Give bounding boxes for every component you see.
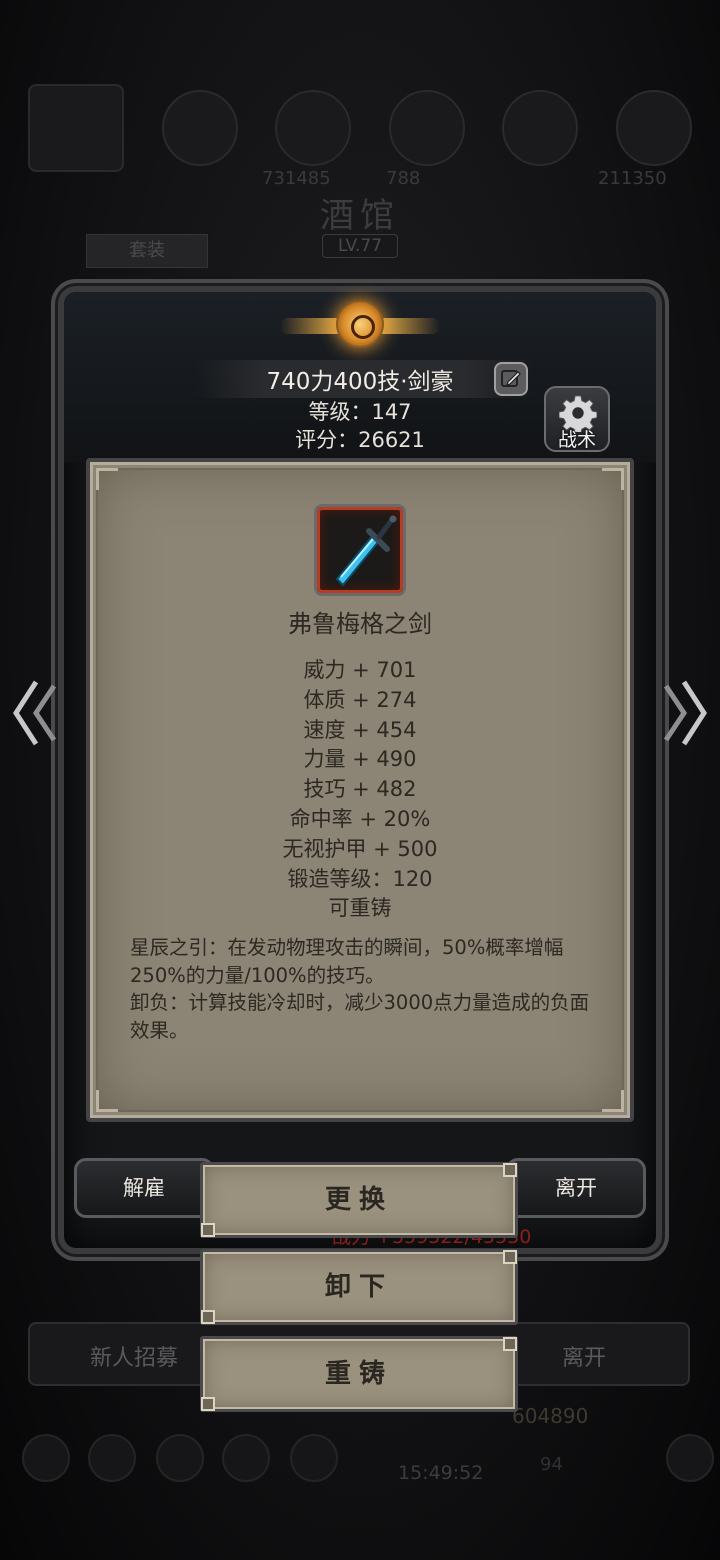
tactics-label: 战术 <box>557 429 596 451</box>
bg-leave-label: 离开 <box>561 1346 606 1371</box>
hero-score: 评分：26621 <box>295 428 425 452</box>
replace-label: 更换 <box>324 1185 393 1215</box>
item-stat: 命中率 + 20% <box>289 806 431 831</box>
item-icon-frame[interactable] <box>314 504 406 596</box>
bg-slot-icon <box>275 90 352 166</box>
bg-slot-icon <box>502 90 579 166</box>
double-chevron-right-icon[interactable] <box>660 678 710 748</box>
bg-number: 731485 <box>262 168 331 189</box>
item-stat: 锻造等级：120 <box>287 866 433 891</box>
bg-slot-icon <box>28 84 124 172</box>
reforge-label: 重铸 <box>324 1359 393 1389</box>
double-chevron-left-icon[interactable] <box>10 678 60 748</box>
item-effect-text: 星辰之引：在发动物理攻击的瞬间，50%概率增幅250%的力量/100%的技巧。 <box>130 936 564 987</box>
background-top-icons <box>28 84 692 172</box>
bg-nav-icon <box>222 1434 270 1482</box>
pencil-edit-icon <box>501 370 521 387</box>
tactics-button[interactable]: 战术 <box>544 386 610 452</box>
background-bottom-icons <box>22 1434 714 1484</box>
bg-slot-icon <box>161 90 238 166</box>
gold-emblem-icon <box>280 296 440 356</box>
hero-level: 等级：147 <box>308 400 412 424</box>
item-stat: 体质 + 274 <box>303 687 417 712</box>
item-stats-list: 威力 + 701 体质 + 274 速度 + 454 力量 + 490 技巧 +… <box>0 656 720 924</box>
leave-button[interactable]: 离开 <box>506 1158 646 1218</box>
dismiss-button[interactable]: 解雇 <box>74 1158 214 1218</box>
background-level-badge: LV.77 <box>322 234 398 258</box>
item-description: 星辰之引：在发动物理攻击的瞬间，50%概率增幅250%的力量/100%的技巧。 … <box>130 934 592 1044</box>
unequip-label: 卸下 <box>324 1272 393 1302</box>
bg-nav-icon <box>22 1434 70 1482</box>
reforge-button[interactable]: 重铸 <box>200 1336 518 1412</box>
item-stat: 速度 + 454 <box>303 717 417 742</box>
bg-nav-icon <box>156 1434 204 1482</box>
background-tab-set: 套装 <box>86 234 208 268</box>
bg-nav-icon <box>290 1434 338 1482</box>
background-title: 酒馆 <box>320 196 400 236</box>
bg-number: 788 <box>386 168 421 189</box>
background-gold: 604890 <box>512 1404 589 1428</box>
item-stat: 无视护甲 + 500 <box>282 836 438 861</box>
frostmourne-sword-icon <box>335 515 397 587</box>
item-stat: 技巧 + 482 <box>303 777 417 802</box>
unequip-button[interactable]: 卸下 <box>200 1249 518 1325</box>
bg-number: 211350 <box>598 168 667 189</box>
replace-button[interactable]: 更换 <box>200 1162 518 1238</box>
bg-recruit-label: 新人招募 <box>90 1346 179 1371</box>
edit-name-button[interactable] <box>494 362 528 396</box>
item-stat: 可重铸 <box>328 896 392 921</box>
bg-slot-icon <box>388 90 465 166</box>
hero-name: 740力400技·剑豪 <box>266 369 454 395</box>
bg-nav-icon <box>666 1434 714 1482</box>
item-stat: 力量 + 490 <box>303 747 417 772</box>
item-effect-text: 卸负：计算技能冷却时，减少3000点力量造成的负面效果。 <box>130 991 590 1042</box>
bg-nav-icon <box>88 1434 136 1482</box>
bg-slot-icon <box>615 90 692 166</box>
item-stat: 威力 + 701 <box>303 658 417 682</box>
item-name: 弗鲁梅格之剑 <box>288 610 432 638</box>
